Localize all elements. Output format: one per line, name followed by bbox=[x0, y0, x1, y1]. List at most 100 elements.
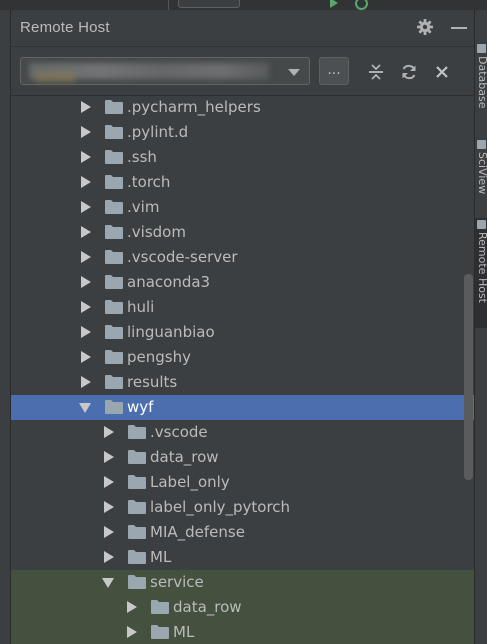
expand-arrow-right-icon[interactable] bbox=[81, 301, 91, 313]
expand-arrow-right-icon[interactable] bbox=[81, 351, 91, 363]
folder-icon bbox=[128, 450, 146, 464]
expand-arrow-right-icon[interactable] bbox=[81, 126, 91, 138]
right-tool-strip: Database SciView Remote Host bbox=[474, 10, 487, 644]
tree-row[interactable]: pengshy bbox=[11, 345, 475, 370]
tree-row[interactable]: data_row bbox=[11, 595, 475, 620]
side-tab[interactable]: Database bbox=[475, 42, 487, 130]
tree-row[interactable]: .pycharm_helpers bbox=[11, 96, 475, 120]
tree-row-label: .pycharm_helpers bbox=[127, 98, 261, 116]
tree-row-label: .ssh bbox=[127, 148, 157, 166]
folder-icon bbox=[128, 475, 146, 489]
tree-row[interactable]: Label_only bbox=[11, 470, 475, 495]
chevron-down-icon[interactable] bbox=[288, 69, 300, 76]
tree-row[interactable]: wyf bbox=[11, 395, 475, 420]
gear-icon[interactable] bbox=[416, 18, 434, 36]
tree-row-label: data_row bbox=[150, 448, 219, 466]
remote-host-panel: Remote Host ... .pycharm_helpers .pylint… bbox=[10, 10, 475, 644]
folder-icon bbox=[105, 400, 123, 414]
tree-row-label: .vim bbox=[127, 198, 160, 216]
tree-row-label: .vscode bbox=[150, 423, 208, 441]
toolbar-divider bbox=[168, 0, 169, 10]
side-tab[interactable]: SciView bbox=[475, 138, 487, 208]
expand-arrow-right-icon[interactable] bbox=[81, 251, 91, 263]
side-tab-label: SciView bbox=[476, 152, 487, 195]
tree-row[interactable]: .vscode bbox=[11, 420, 475, 445]
file-tree: .pycharm_helpers .pylint.d .ssh .torch .vim.… bbox=[11, 96, 475, 644]
tree-row[interactable]: ML bbox=[11, 545, 475, 570]
tree-row-label: .torch bbox=[127, 173, 171, 191]
folder-icon bbox=[128, 525, 146, 539]
tree-row[interactable]: linguanbiao bbox=[11, 320, 475, 345]
folder-icon bbox=[105, 300, 123, 314]
folder-icon bbox=[128, 550, 146, 564]
tree-row[interactable]: .ssh bbox=[11, 145, 475, 170]
tree-row-label: ML bbox=[173, 623, 195, 641]
remote-host-window: Remote Host ... .pycharm_helpers .pylint… bbox=[0, 0, 487, 644]
expand-arrow-right-icon[interactable] bbox=[104, 551, 114, 563]
expand-arrow-right-icon[interactable] bbox=[81, 201, 91, 213]
run-config-selector[interactable] bbox=[178, 0, 240, 8]
tree-row-label: ML bbox=[150, 548, 172, 566]
expand-arrow-down-icon[interactable] bbox=[79, 403, 91, 413]
expand-arrow-right-icon[interactable] bbox=[104, 476, 114, 488]
expand-arrow-right-icon[interactable] bbox=[81, 376, 91, 388]
expand-arrow-right-icon[interactable] bbox=[104, 426, 114, 438]
folder-icon bbox=[105, 100, 123, 114]
expand-arrow-right-icon[interactable] bbox=[81, 101, 91, 113]
folder-icon bbox=[105, 325, 123, 339]
debug-icon[interactable] bbox=[355, 0, 368, 10]
tree-row[interactable]: .torch bbox=[11, 170, 475, 195]
folder-icon bbox=[151, 625, 169, 639]
folder-icon bbox=[105, 250, 123, 264]
expand-arrow-right-icon[interactable] bbox=[81, 276, 91, 288]
expand-arrow-right-icon[interactable] bbox=[104, 501, 114, 513]
host-selector-dropdown[interactable] bbox=[20, 57, 310, 85]
tree-row-label: results bbox=[127, 373, 178, 391]
folder-icon bbox=[105, 225, 123, 239]
tree-row-label: label_only_pytorch bbox=[150, 498, 291, 516]
tree-row[interactable]: data_row bbox=[11, 445, 475, 470]
panel-title: Remote Host bbox=[20, 19, 110, 36]
tree-row[interactable]: huli bbox=[11, 295, 475, 320]
folder-icon bbox=[151, 600, 169, 614]
tool-window-icon bbox=[477, 44, 486, 53]
tree-row-label: .vscode-server bbox=[127, 248, 238, 266]
browse-button[interactable]: ... bbox=[319, 57, 349, 85]
folder-icon bbox=[105, 350, 123, 364]
tree-row[interactable]: results bbox=[11, 370, 475, 395]
host-toolbar: ... bbox=[11, 47, 475, 96]
tree-row[interactable]: .vim bbox=[11, 195, 475, 220]
tree-row[interactable]: MIA_defense bbox=[11, 520, 475, 545]
tree-row-label: .visdom bbox=[127, 223, 186, 241]
refresh-icon[interactable] bbox=[400, 63, 418, 81]
minimize-icon[interactable] bbox=[451, 27, 467, 29]
tree-row[interactable]: .pylint.d bbox=[11, 120, 475, 145]
expand-arrow-right-icon[interactable] bbox=[81, 151, 91, 163]
tree-row[interactable]: label_only_pytorch bbox=[11, 495, 475, 520]
expand-arrow-right-icon[interactable] bbox=[81, 326, 91, 338]
side-tab[interactable]: Remote Host bbox=[475, 218, 487, 328]
expand-arrow-right-icon[interactable] bbox=[127, 626, 137, 638]
expand-arrow-right-icon[interactable] bbox=[104, 451, 114, 463]
folder-icon bbox=[105, 200, 123, 214]
tree-row-label: service bbox=[150, 573, 204, 591]
folder-icon bbox=[105, 150, 123, 164]
tree-row-label: MIA_defense bbox=[150, 523, 245, 541]
run-icon[interactable] bbox=[330, 0, 338, 8]
tree-row[interactable]: anaconda3 bbox=[11, 270, 475, 295]
expand-arrow-down-icon[interactable] bbox=[102, 578, 114, 588]
folder-icon bbox=[128, 500, 146, 514]
expand-arrow-right-icon[interactable] bbox=[81, 176, 91, 188]
tree-row[interactable]: .visdom bbox=[11, 220, 475, 245]
tree-row[interactable]: service bbox=[11, 570, 475, 595]
top-toolbar-strip bbox=[0, 0, 487, 10]
tree-scrollbar[interactable] bbox=[464, 274, 473, 480]
expand-arrow-right-icon[interactable] bbox=[104, 526, 114, 538]
expand-arrow-right-icon[interactable] bbox=[127, 601, 137, 613]
tree-row[interactable]: ML bbox=[11, 620, 475, 644]
side-tab-label: Remote Host bbox=[476, 232, 487, 303]
expand-arrow-right-icon[interactable] bbox=[81, 226, 91, 238]
collapse-all-icon[interactable] bbox=[367, 63, 385, 81]
tree-row[interactable]: .vscode-server bbox=[11, 245, 475, 270]
close-icon[interactable] bbox=[433, 63, 451, 81]
